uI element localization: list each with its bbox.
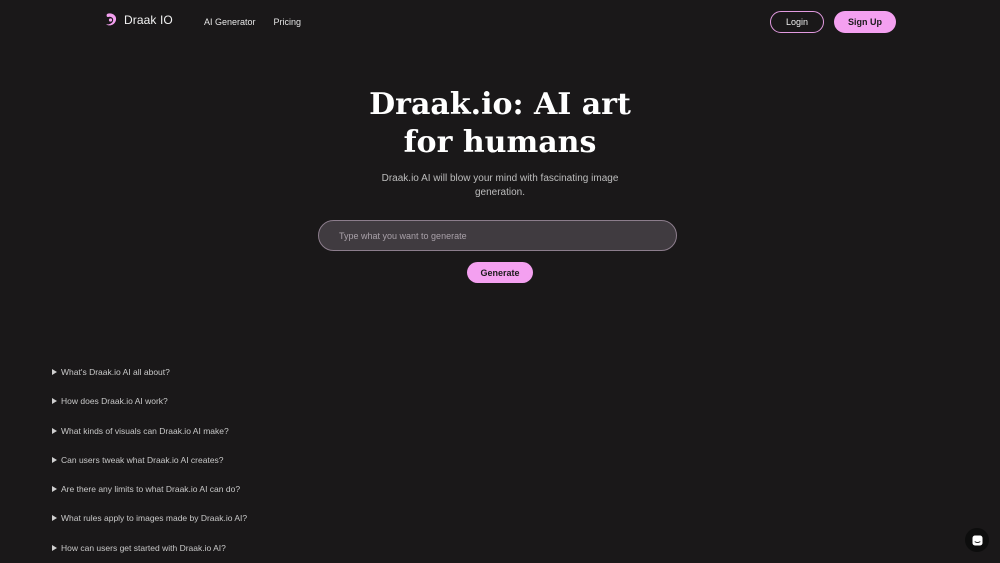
triangle-right-icon bbox=[52, 427, 57, 434]
chat-launcher-button[interactable] bbox=[965, 528, 989, 552]
faq-question: How does Draak.io AI work? bbox=[61, 396, 168, 407]
faq-item[interactable]: How can users get started with Draak.io … bbox=[52, 542, 247, 554]
nav-links: AI Generator Pricing bbox=[204, 16, 319, 28]
nav-link-ai-generator[interactable]: AI Generator bbox=[204, 16, 256, 28]
hero-title-line-2: for humans bbox=[403, 125, 597, 160]
login-button[interactable]: Login bbox=[770, 11, 824, 33]
hero-subtitle: Draak.io AI will blow your mind with fas… bbox=[381, 173, 619, 198]
signup-button[interactable]: Sign Up bbox=[834, 11, 896, 33]
faq-item[interactable]: What's Draak.io AI all about? bbox=[52, 366, 247, 378]
prompt-input[interactable] bbox=[318, 220, 677, 251]
triangle-right-icon bbox=[52, 456, 57, 463]
triangle-right-icon bbox=[52, 515, 57, 522]
faq-question: Are there any limits to what Draak.io AI… bbox=[61, 484, 241, 495]
faq-question: Can users tweak what Draak.io AI creates… bbox=[61, 454, 224, 465]
triangle-right-icon bbox=[52, 369, 57, 375]
brand-link[interactable]: Draak IO bbox=[104, 12, 173, 28]
hero-title-line-1: Draak.io: AI art bbox=[369, 87, 631, 122]
faq-question: How can users get started with Draak.io … bbox=[61, 542, 226, 553]
faq-item[interactable]: What rules apply to images made by Draak… bbox=[52, 512, 247, 524]
page: Draak IO AI Generator Pricing Login Sign… bbox=[0, 0, 1000, 563]
top-navigation: Draak IO AI Generator Pricing Login Sign… bbox=[0, 0, 1000, 44]
chat-icon bbox=[972, 535, 982, 545]
triangle-right-icon bbox=[52, 398, 57, 405]
hero-title: Draak.io: AI art for humans bbox=[0, 86, 1000, 162]
triangle-right-icon bbox=[52, 544, 57, 551]
faq-question: What rules apply to images made by Draak… bbox=[61, 513, 248, 524]
brand-name: Draak IO bbox=[124, 13, 173, 27]
faq-item[interactable]: Are there any limits to what Draak.io AI… bbox=[52, 483, 247, 495]
faq-list: What's Draak.io AI all about? How does D… bbox=[52, 366, 247, 563]
faq-question: What's Draak.io AI all about? bbox=[61, 367, 170, 377]
generate-button[interactable]: Generate bbox=[467, 262, 533, 283]
triangle-right-icon bbox=[52, 486, 57, 493]
draak-logo-icon bbox=[106, 13, 117, 26]
faq-item[interactable]: How does Draak.io AI work? bbox=[52, 395, 247, 407]
faq-item[interactable]: Can users tweak what Draak.io AI creates… bbox=[52, 454, 247, 466]
nav-link-pricing[interactable]: Pricing bbox=[274, 16, 302, 28]
faq-item[interactable]: What kinds of visuals can Draak.io AI ma… bbox=[52, 425, 247, 437]
faq-question: What kinds of visuals can Draak.io AI ma… bbox=[61, 425, 229, 436]
